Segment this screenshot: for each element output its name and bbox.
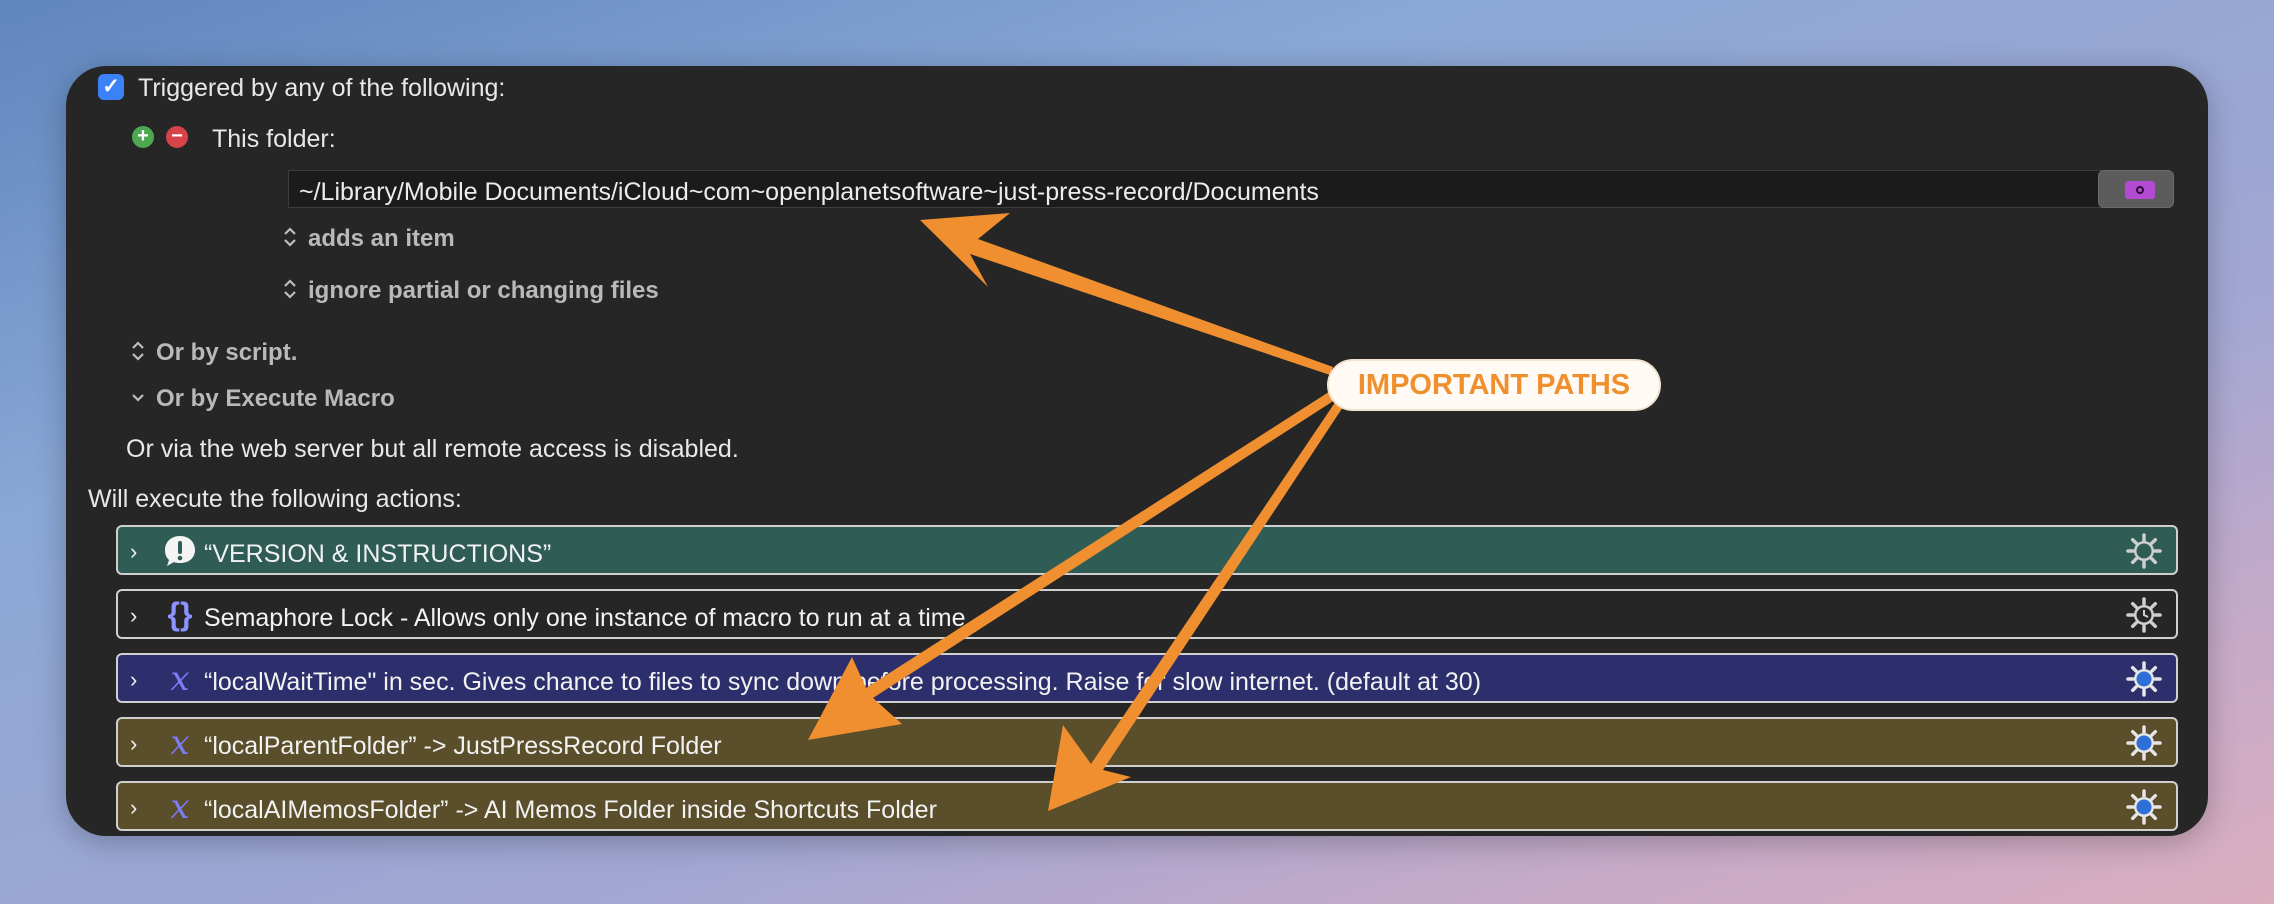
arrow-to-ai-memos-folder <box>1048 398 1345 811</box>
annotation-arrows <box>808 213 1345 811</box>
arrow-to-parent-folder <box>808 388 1341 740</box>
arrow-to-folder-path <box>920 213 1333 375</box>
important-paths-callout: IMPORTANT PATHS <box>1327 359 1661 411</box>
